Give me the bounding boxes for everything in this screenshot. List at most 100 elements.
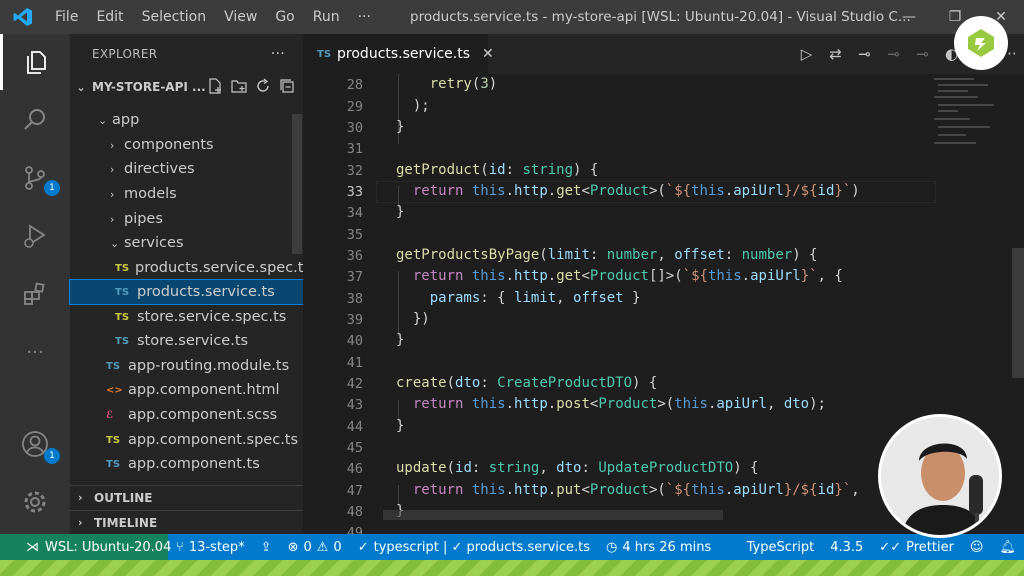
chevron-down-icon: ⌄	[76, 80, 86, 94]
time-tracker[interactable]: ◷ 4 hrs 26 mins	[598, 540, 719, 555]
tree-item-services[interactable]: ⌄ services	[70, 231, 303, 255]
chevron-down-icon: ⌄	[110, 236, 120, 250]
next-change-icon[interactable]: ⊸	[908, 45, 937, 63]
error-icon: ⊗	[287, 539, 299, 555]
tree-item-models[interactable]: › models	[70, 182, 303, 206]
tree-item-label: store.service.spec.ts	[137, 309, 287, 325]
tree-item-label: components	[124, 137, 214, 153]
sync-button[interactable]: ⇪	[253, 540, 280, 555]
line-number: 36	[346, 248, 363, 264]
minimize-icon[interactable]: —	[886, 0, 932, 34]
tree-item-directives[interactable]: › directives	[70, 157, 303, 181]
code-line: })	[396, 311, 430, 327]
menu-selection[interactable]: Selection	[133, 9, 216, 25]
sidebar-scrollbar[interactable]	[292, 114, 302, 254]
project-folder[interactable]: ⌄ MY-STORE-API ...	[70, 76, 303, 98]
typescript-file-icon: TS	[106, 434, 121, 446]
code-line: getProduct(id: string) {	[396, 162, 599, 178]
previous-change-icon[interactable]: ⊸	[879, 45, 908, 63]
menu-go[interactable]: Go	[266, 9, 303, 25]
tab-products-service[interactable]: TS products.service.ts ✕	[303, 34, 494, 74]
tree-item-components[interactable]: › components	[70, 133, 303, 157]
editor-horizontal-scrollbar[interactable]	[383, 510, 723, 520]
tree-item-label: app	[112, 112, 140, 128]
check-icon: ✓	[357, 539, 369, 555]
run-debug-icon[interactable]	[0, 208, 70, 264]
tree-item-store-service-spec[interactable]: TS store.service.spec.ts	[70, 305, 303, 329]
code-line: }	[396, 418, 405, 434]
feedback-icon[interactable]: ☺	[962, 540, 992, 555]
explorer-header: EXPLORER ···	[70, 34, 303, 74]
line-number: 40	[346, 333, 363, 349]
tree-item-store-service[interactable]: TS store.service.ts	[70, 329, 303, 353]
extensions-icon[interactable]	[0, 266, 70, 322]
menu-more[interactable]: ···	[349, 9, 380, 25]
collapse-all-icon[interactable]	[279, 78, 295, 97]
problems-indicator[interactable]: ⊗ 0 ⚠ 0	[280, 540, 350, 555]
language-mode[interactable]: TypeScript	[739, 540, 823, 555]
outline-section[interactable]: › OUTLINE	[70, 485, 303, 509]
new-folder-icon[interactable]	[231, 78, 247, 97]
remote-label: WSL: Ubuntu-20.04	[45, 539, 172, 555]
menu-run[interactable]: Run	[304, 9, 349, 25]
tree-item-app-routing-module[interactable]: TS app-routing.module.ts	[70, 354, 303, 378]
new-file-icon[interactable]	[207, 78, 223, 97]
tree-item-label: app.component.spec.ts	[128, 432, 299, 448]
tree-item-app-component-html[interactable]: <> app.component.html	[70, 378, 303, 402]
git-commit-icon[interactable]: ⊸	[850, 45, 879, 63]
tree-item-app[interactable]: ⌄ app	[70, 108, 303, 132]
webcam-overlay	[878, 414, 1002, 538]
editor-tabs: TS products.service.ts ✕ ▷ ⇄ ⊸ ⊸ ⊸ ◐ ▥ ·…	[303, 34, 1024, 74]
editor-vertical-scrollbar[interactable]	[1012, 248, 1024, 378]
remote-icon: ⋊	[26, 539, 39, 555]
explorer-icon[interactable]	[0, 34, 70, 90]
error-count: 0	[303, 539, 312, 555]
explorer-more-icon[interactable]: ···	[271, 46, 285, 62]
explorer-sidebar: EXPLORER ··· ⌄ MY-STORE-API ... ⌄ app › …	[69, 34, 311, 534]
tree-item-label: products.service.ts	[137, 284, 275, 300]
accounts-badge: 1	[44, 448, 60, 464]
tree-item-app-component-ts[interactable]: TS app.component.ts	[70, 452, 303, 476]
compare-changes-icon[interactable]: ⇄	[821, 45, 850, 63]
search-icon[interactable]	[0, 92, 70, 148]
chevron-right-icon: ›	[78, 491, 83, 504]
menu-file[interactable]: File	[46, 9, 87, 25]
cloud-upload-icon: ⇪	[260, 539, 272, 555]
line-number: 28	[346, 77, 363, 93]
close-tab-icon[interactable]: ✕	[482, 46, 494, 62]
tree-item-label: store.service.ts	[137, 333, 249, 349]
notifications-bell-icon[interactable]: 🔔︎	[991, 540, 1024, 555]
bottom-decoration	[0, 560, 1024, 576]
menu-edit[interactable]: Edit	[87, 9, 132, 25]
timeline-section[interactable]: › TIMELINE	[70, 510, 303, 534]
tree-item-pipes[interactable]: › pipes	[70, 207, 303, 231]
line-number: 47	[346, 483, 363, 499]
tree-item-products-service-spec[interactable]: TS products.service.spec.ts	[70, 256, 311, 280]
chevron-down-icon: ⌄	[98, 113, 108, 127]
prettier-indicator[interactable]: ✓✓ Prettier	[871, 540, 962, 555]
remote-indicator[interactable]: ⋊ WSL: Ubuntu-20.04	[0, 534, 172, 560]
line-number: 46	[346, 461, 363, 477]
chevron-right-icon: ›	[110, 138, 115, 152]
refresh-icon[interactable]	[255, 78, 271, 97]
branch-indicator[interactable]: ⑂ 13-step*	[168, 540, 253, 555]
git-branch-icon: ⑂	[176, 539, 184, 555]
settings-gear-icon[interactable]	[0, 474, 70, 530]
menu-view[interactable]: View	[215, 9, 266, 25]
tree-item-products-service[interactable]: TS products.service.ts	[69, 279, 304, 305]
more-icon[interactable]: ···	[0, 324, 70, 380]
accounts-icon[interactable]: 1	[0, 416, 70, 472]
typescript-file-icon: TS	[115, 262, 130, 274]
ts-version[interactable]: 4.3.5	[822, 540, 871, 555]
time-label: 4 hrs 26 mins	[622, 539, 712, 555]
line-number: 31	[346, 141, 363, 157]
chevron-right-icon: ›	[78, 516, 83, 529]
tree-item-app-component-spec[interactable]: TS app.component.spec.ts	[70, 428, 303, 452]
tree-item-app-component-scss[interactable]: ℰ app.component.scss	[70, 403, 303, 427]
chevron-right-icon: ›	[110, 162, 115, 176]
code-line: params: { limit, offset }	[429, 290, 641, 306]
tree-item-label: app-routing.module.ts	[128, 358, 290, 374]
language-check[interactable]: ✓ typescript | ✓ products.service.ts	[350, 540, 598, 555]
run-icon[interactable]: ▷	[792, 45, 821, 63]
source-control-icon[interactable]: 1	[0, 150, 70, 206]
